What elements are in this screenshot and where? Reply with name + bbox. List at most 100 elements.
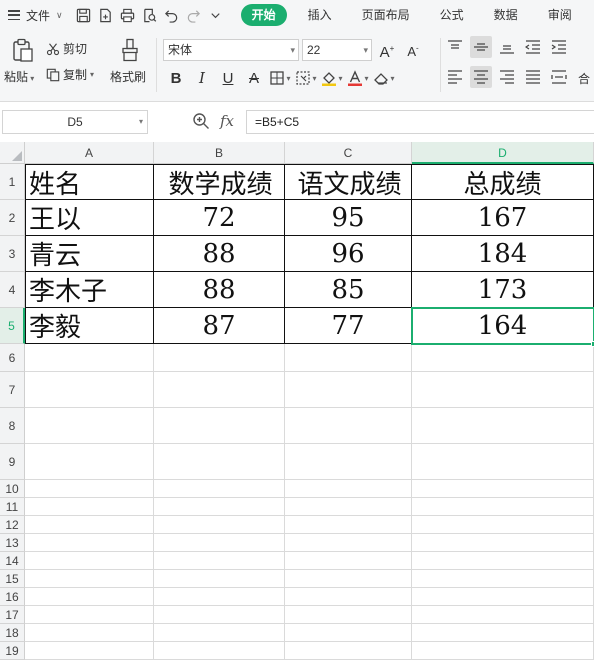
row-header-18[interactable]: 18 xyxy=(0,624,25,642)
grid-cell[interactable] xyxy=(285,408,412,444)
grid-cell[interactable] xyxy=(412,344,594,372)
redo-button[interactable] xyxy=(183,4,205,26)
tab-page-layout[interactable]: 页面布局 xyxy=(353,4,419,26)
align-right-button[interactable] xyxy=(496,66,518,88)
formula-input[interactable]: =B5+C5 xyxy=(246,110,594,134)
row-header-13[interactable]: 13 xyxy=(0,534,25,552)
table-cell[interactable]: 72 xyxy=(154,200,285,236)
row-header-14[interactable]: 14 xyxy=(0,552,25,570)
table-cell[interactable]: 李木子 xyxy=(25,272,154,308)
function-icon[interactable]: fx xyxy=(220,112,234,130)
row-header-6[interactable]: 6 xyxy=(0,344,25,372)
fill-color-button[interactable]: ▾ xyxy=(319,66,345,90)
grid-cell[interactable] xyxy=(285,372,412,408)
table-cell[interactable]: 96 xyxy=(285,236,412,272)
table-cell[interactable]: 李毅 xyxy=(25,308,154,344)
table-header-cell[interactable]: 总成绩 xyxy=(412,164,594,200)
grid-cell[interactable] xyxy=(412,408,594,444)
grid-cell[interactable] xyxy=(154,642,285,660)
row-header-10[interactable]: 10 xyxy=(0,480,25,498)
table-cell[interactable]: 173 xyxy=(412,272,594,308)
grid-cell[interactable] xyxy=(285,624,412,642)
grid-cell[interactable] xyxy=(412,444,594,480)
align-center-button[interactable] xyxy=(470,66,492,88)
grid-cell[interactable] xyxy=(285,480,412,498)
grid-cell[interactable] xyxy=(154,480,285,498)
table-header-cell[interactable]: 姓名 xyxy=(25,164,154,200)
grid-cell[interactable] xyxy=(412,588,594,606)
strikethrough-button[interactable]: A xyxy=(241,66,267,90)
bold-button[interactable]: B xyxy=(163,66,189,90)
tab-data[interactable]: 数据 xyxy=(485,4,527,26)
grid-cell[interactable] xyxy=(154,606,285,624)
grid-cell[interactable] xyxy=(412,570,594,588)
select-all-corner[interactable] xyxy=(0,142,25,164)
distributed-align-button[interactable] xyxy=(548,66,570,88)
table-cell[interactable]: 77 xyxy=(285,308,412,344)
grid-cell[interactable] xyxy=(25,588,154,606)
grid-cell[interactable] xyxy=(412,606,594,624)
grid-cell[interactable] xyxy=(25,480,154,498)
grid-cell[interactable] xyxy=(25,534,154,552)
cell-style-button[interactable]: ▾ xyxy=(293,66,319,90)
grid-cell[interactable] xyxy=(285,344,412,372)
grid-cell[interactable] xyxy=(285,642,412,660)
grid-cell[interactable] xyxy=(154,624,285,642)
row-header-7[interactable]: 7 xyxy=(0,372,25,408)
grid-cell[interactable] xyxy=(154,344,285,372)
grid-cell[interactable] xyxy=(154,570,285,588)
grid-cell[interactable] xyxy=(154,498,285,516)
grid-cell[interactable] xyxy=(154,588,285,606)
font-size-select[interactable]: 22 ▾ xyxy=(302,39,372,61)
export-pdf-button[interactable] xyxy=(95,4,117,26)
grid-cell[interactable] xyxy=(25,606,154,624)
decrease-indent-button[interactable] xyxy=(522,36,544,58)
table-cell[interactable]: 88 xyxy=(154,272,285,308)
align-top-button[interactable] xyxy=(444,36,466,58)
row-header-17[interactable]: 17 xyxy=(0,606,25,624)
grid-cell[interactable] xyxy=(154,516,285,534)
underline-button[interactable]: U xyxy=(215,66,241,90)
row-header-9[interactable]: 9 xyxy=(0,444,25,480)
grid-cell[interactable] xyxy=(154,534,285,552)
name-box[interactable]: D5 ▾ xyxy=(2,110,148,134)
grid-cell[interactable] xyxy=(412,642,594,660)
grid-cell[interactable] xyxy=(154,444,285,480)
align-bottom-button[interactable] xyxy=(496,36,518,58)
table-cell[interactable]: 88 xyxy=(154,236,285,272)
increase-indent-button[interactable] xyxy=(548,36,570,58)
column-header-a[interactable]: A xyxy=(25,142,154,164)
table-header-cell[interactable]: 数学成绩 xyxy=(154,164,285,200)
zoom-icon[interactable] xyxy=(192,112,210,130)
align-left-button[interactable] xyxy=(444,66,466,88)
grid-cell[interactable] xyxy=(412,534,594,552)
grid-cell[interactable] xyxy=(285,534,412,552)
tab-review[interactable]: 审阅 xyxy=(539,4,581,26)
grid-cell[interactable] xyxy=(412,372,594,408)
clear-format-button[interactable]: ▾ xyxy=(371,66,397,90)
table-cell[interactable]: 85 xyxy=(285,272,412,308)
grid-cell[interactable] xyxy=(25,344,154,372)
row-header-15[interactable]: 15 xyxy=(0,570,25,588)
table-cell[interactable]: 184 xyxy=(412,236,594,272)
align-middle-button[interactable] xyxy=(470,36,492,58)
save-button[interactable] xyxy=(73,4,95,26)
grid-cell[interactable] xyxy=(285,552,412,570)
cut-button[interactable]: 剪切 xyxy=(46,40,87,57)
table-cell[interactable]: 青云 xyxy=(25,236,154,272)
grid-cell[interactable] xyxy=(285,516,412,534)
grid-cell[interactable] xyxy=(25,570,154,588)
grid-cell[interactable] xyxy=(412,480,594,498)
grid-cell[interactable] xyxy=(25,642,154,660)
row-header-12[interactable]: 12 xyxy=(0,516,25,534)
paste-button[interactable]: 粘贴 ▾ xyxy=(4,36,40,92)
grid-cell[interactable] xyxy=(285,570,412,588)
grid-cell[interactable] xyxy=(25,498,154,516)
row-header-19[interactable]: 19 xyxy=(0,642,25,660)
font-name-select[interactable]: 宋体 ▾ xyxy=(163,39,299,61)
grid-cell[interactable] xyxy=(412,624,594,642)
grid-cell[interactable] xyxy=(154,372,285,408)
row-header-3[interactable]: 3 xyxy=(0,236,25,272)
table-cell[interactable]: 87 xyxy=(154,308,285,344)
row-header-5[interactable]: 5 xyxy=(0,308,25,344)
